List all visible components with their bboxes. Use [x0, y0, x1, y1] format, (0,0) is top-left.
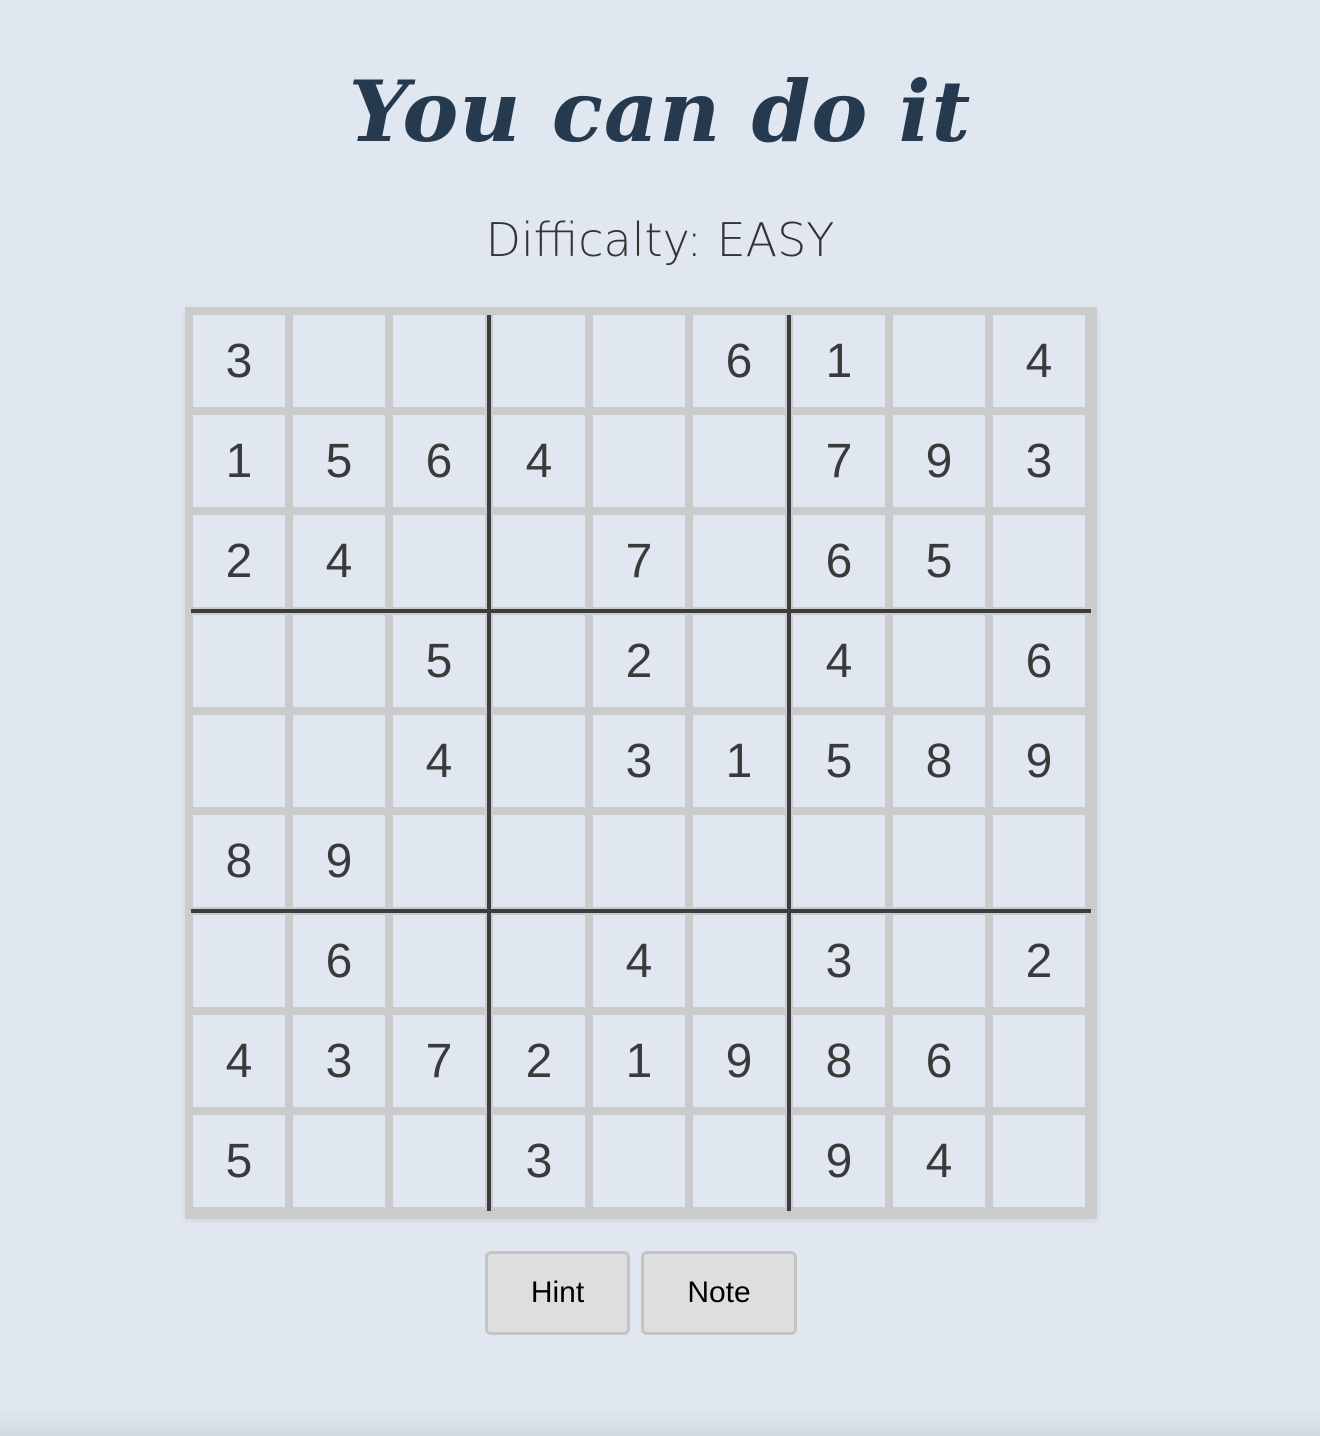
- sudoku-cell[interactable]: 6: [693, 315, 785, 407]
- sudoku-cell[interactable]: [593, 315, 685, 407]
- sudoku-cell[interactable]: 2: [993, 915, 1085, 1007]
- sudoku-cell[interactable]: 3: [593, 715, 685, 807]
- sudoku-cell[interactable]: [493, 815, 585, 907]
- sudoku-cell[interactable]: [693, 515, 785, 607]
- sudoku-cell[interactable]: 5: [793, 715, 885, 807]
- sudoku-cell[interactable]: 9: [993, 715, 1085, 807]
- sudoku-cell[interactable]: [293, 315, 385, 407]
- sudoku-cell[interactable]: 4: [393, 715, 485, 807]
- sudoku-cell[interactable]: [193, 715, 285, 807]
- sudoku-cell[interactable]: 1: [793, 315, 885, 407]
- sudoku-cell[interactable]: [693, 915, 785, 1007]
- sudoku-cell[interactable]: 8: [193, 815, 285, 907]
- sudoku-cell[interactable]: [993, 1115, 1085, 1207]
- sudoku-cell[interactable]: 3: [993, 415, 1085, 507]
- sudoku-cell[interactable]: [693, 815, 785, 907]
- sudoku-cell[interactable]: 7: [393, 1015, 485, 1107]
- sudoku-cell[interactable]: 4: [893, 1115, 985, 1207]
- sudoku-cell[interactable]: 1: [693, 715, 785, 807]
- sudoku-cell[interactable]: [393, 915, 485, 1007]
- sudoku-cell[interactable]: [393, 515, 485, 607]
- sudoku-cell[interactable]: 6: [893, 1015, 985, 1107]
- difficulty-label: Difficalty:: [485, 213, 702, 267]
- sudoku-cell[interactable]: [493, 915, 585, 1007]
- sudoku-cell[interactable]: 4: [193, 1015, 285, 1107]
- box-divider-vertical: [487, 315, 491, 1211]
- sudoku-cell[interactable]: 6: [793, 515, 885, 607]
- sudoku-cell[interactable]: [593, 415, 685, 507]
- sudoku-cell[interactable]: 5: [293, 415, 385, 507]
- sudoku-cell[interactable]: 2: [193, 515, 285, 607]
- box-divider-horizontal: [191, 909, 1091, 913]
- sudoku-cell[interactable]: 1: [593, 1015, 685, 1107]
- page-title: You can do it: [348, 62, 972, 161]
- page-bottom-edge: [0, 1410, 1320, 1436]
- sudoku-cell[interactable]: 6: [393, 415, 485, 507]
- sudoku-cell[interactable]: [493, 315, 585, 407]
- sudoku-cell[interactable]: [493, 715, 585, 807]
- sudoku-cell[interactable]: [193, 915, 285, 1007]
- sudoku-cell[interactable]: [693, 615, 785, 707]
- sudoku-cell[interactable]: 6: [293, 915, 385, 1007]
- box-divider-vertical: [787, 315, 791, 1211]
- sudoku-cell[interactable]: 4: [793, 615, 885, 707]
- sudoku-cell[interactable]: [293, 715, 385, 807]
- sudoku-cell[interactable]: [993, 815, 1085, 907]
- sudoku-cell[interactable]: [293, 1115, 385, 1207]
- sudoku-cell[interactable]: [793, 815, 885, 907]
- difficulty-value: EASY: [716, 213, 835, 267]
- sudoku-cell[interactable]: [293, 615, 385, 707]
- sudoku-cell[interactable]: 3: [293, 1015, 385, 1107]
- sudoku-cell[interactable]: 7: [593, 515, 685, 607]
- sudoku-cell[interactable]: 3: [793, 915, 885, 1007]
- sudoku-cell[interactable]: [893, 315, 985, 407]
- sudoku-cell[interactable]: 9: [293, 815, 385, 907]
- sudoku-cell[interactable]: 5: [393, 615, 485, 707]
- sudoku-cell[interactable]: [693, 415, 785, 507]
- sudoku-cell[interactable]: 8: [893, 715, 985, 807]
- controls-bar: Hint Note: [0, 1251, 1320, 1337]
- sudoku-cell[interactable]: 7: [793, 415, 885, 507]
- sudoku-cell[interactable]: [493, 615, 585, 707]
- sudoku-cell[interactable]: 3: [493, 1115, 585, 1207]
- sudoku-cell[interactable]: 9: [793, 1115, 885, 1207]
- sudoku-cell[interactable]: 2: [593, 615, 685, 707]
- sudoku-cell[interactable]: 4: [293, 515, 385, 607]
- box-divider-horizontal: [191, 609, 1091, 613]
- sudoku-cell[interactable]: 5: [893, 515, 985, 607]
- sudoku-cell[interactable]: [693, 1115, 785, 1207]
- sudoku-cell[interactable]: 4: [493, 415, 585, 507]
- sudoku-cell[interactable]: [193, 615, 285, 707]
- sudoku-cell[interactable]: [393, 815, 485, 907]
- sudoku-cell[interactable]: 2: [493, 1015, 585, 1107]
- difficulty-indicator: Difficalty: EASY: [0, 210, 1320, 270]
- sudoku-cell[interactable]: 9: [893, 415, 985, 507]
- sudoku-cell[interactable]: [593, 815, 685, 907]
- sudoku-cell[interactable]: 6: [993, 615, 1085, 707]
- sudoku-cell[interactable]: 1: [193, 415, 285, 507]
- sudoku-cell[interactable]: 9: [693, 1015, 785, 1107]
- sudoku-cell[interactable]: [393, 315, 485, 407]
- hint-button[interactable]: Hint: [485, 1251, 630, 1335]
- sudoku-cell[interactable]: 5: [193, 1115, 285, 1207]
- sudoku-cell[interactable]: 3: [193, 315, 285, 407]
- sudoku-cell[interactable]: [993, 1015, 1085, 1107]
- sudoku-cell[interactable]: [893, 915, 985, 1007]
- sudoku-board: 3614156479324765524643158989643243721986…: [185, 307, 1097, 1219]
- sudoku-cell[interactable]: 8: [793, 1015, 885, 1107]
- sudoku-cell[interactable]: [393, 1115, 485, 1207]
- sudoku-cell[interactable]: 4: [993, 315, 1085, 407]
- sudoku-cell[interactable]: [593, 1115, 685, 1207]
- sudoku-cell[interactable]: [893, 615, 985, 707]
- sudoku-cell[interactable]: [993, 515, 1085, 607]
- sudoku-cell[interactable]: 4: [593, 915, 685, 1007]
- note-button[interactable]: Note: [641, 1251, 797, 1335]
- sudoku-cell[interactable]: [493, 515, 585, 607]
- sudoku-cell[interactable]: [893, 815, 985, 907]
